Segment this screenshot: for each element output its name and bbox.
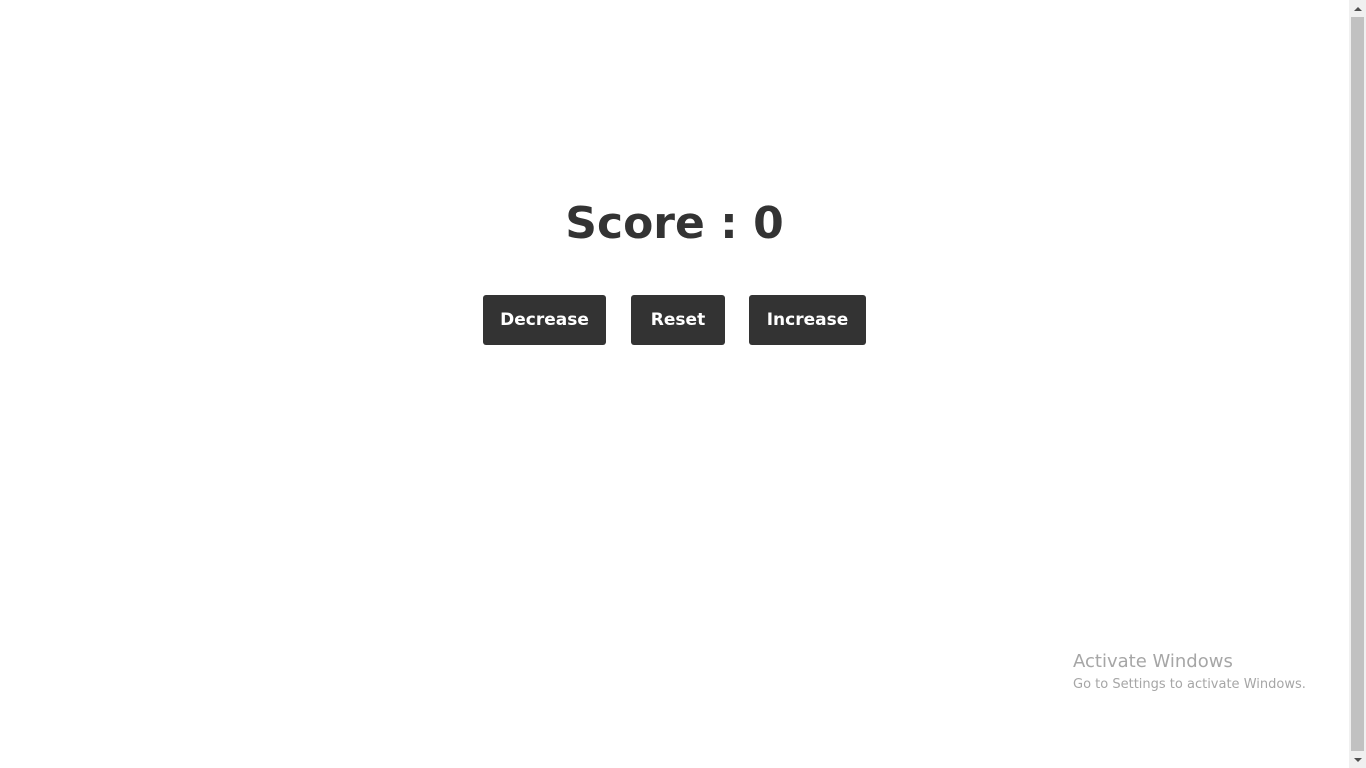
watermark-subtitle: Go to Settings to activate Windows.	[1073, 677, 1306, 692]
triangle-down-icon	[1353, 757, 1362, 762]
activate-windows-watermark: Activate Windows Go to Settings to activ…	[1073, 650, 1306, 695]
increase-button[interactable]: Increase	[749, 295, 866, 345]
triangle-up-icon	[1353, 6, 1362, 11]
score-display: Score : 0	[565, 198, 784, 249]
reset-button[interactable]: Reset	[631, 295, 725, 345]
scrollbar-thumb[interactable]	[1351, 17, 1364, 751]
scroll-up-button[interactable]	[1349, 0, 1366, 17]
page: Score : 0 Decrease Reset Increase Activa…	[0, 0, 1366, 768]
vertical-scrollbar[interactable]	[1349, 0, 1366, 768]
decrease-button[interactable]: Decrease	[483, 295, 606, 345]
scroll-down-button[interactable]	[1349, 751, 1366, 768]
main-content: Score : 0 Decrease Reset Increase Activa…	[0, 0, 1349, 768]
watermark-title: Activate Windows	[1073, 651, 1233, 672]
